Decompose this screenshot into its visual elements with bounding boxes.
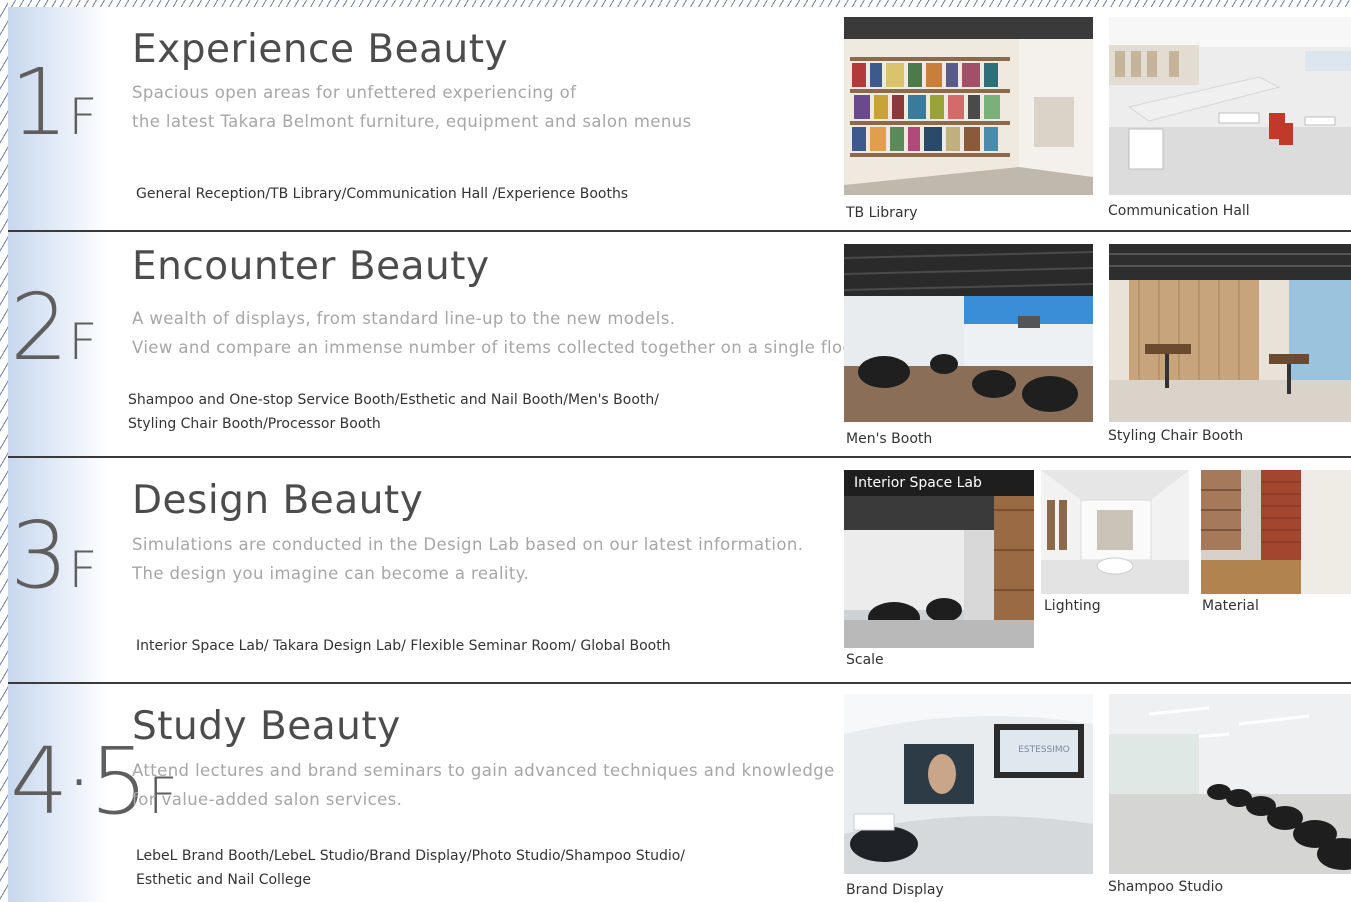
photo-caption: Brand Display (846, 882, 944, 898)
description-line: the latest Takara Belmont furniture, equ… (132, 112, 692, 131)
floor-rooms: Shampoo and One-stop Service Booth/Esthe… (128, 388, 659, 436)
styling-chair-booth-photo (1109, 244, 1351, 422)
floor-suffix: F (68, 88, 98, 146)
floor-2-section: 2F Encounter Beauty A wealth of displays… (8, 232, 1351, 456)
floor-number: 1 (10, 49, 69, 156)
rooms-line: Styling Chair Booth/Processor Booth (128, 416, 381, 432)
floor-description: Simulations are conducted in the Design … (132, 530, 803, 588)
description-line: for value-added salon services. (132, 790, 403, 809)
scale-photo: Interior Space Lab (844, 470, 1034, 648)
rooms-line: Esthetic and Nail College (136, 872, 311, 888)
rooms-line: General Reception/TB Library/Communicati… (136, 186, 629, 202)
photo-caption: Lighting (1044, 598, 1101, 614)
description-line: A wealth of displays, from standard line… (132, 309, 676, 328)
floor-1-section: 1F Experience Beauty Spacious open areas… (8, 7, 1351, 230)
photo-caption: Shampoo Studio (1108, 879, 1224, 895)
photo-caption: TB Library (846, 205, 918, 221)
floor-description: A wealth of displays, from standard line… (132, 304, 864, 362)
floor-title: Experience Beauty (132, 27, 509, 72)
floor-number: 4·5 (10, 728, 148, 835)
floor-number: 2 (10, 274, 69, 381)
floor-description: Spacious open areas for unfettered exper… (132, 78, 692, 136)
shampoo-studio-photo (1109, 694, 1351, 874)
floor-4-5-section: 4·5F Study Beauty Attend lectures and br… (8, 684, 1351, 902)
floor-title: Design Beauty (132, 478, 424, 523)
left-hatch-border (0, 0, 8, 902)
floor-3-section: 3F Design Beauty Simulations are conduct… (8, 458, 1351, 682)
rooms-line: LebeL Brand Booth/LebeL Studio/Brand Dis… (136, 848, 686, 864)
communication-hall-photo (1109, 17, 1351, 195)
photo-caption: Men's Booth (846, 431, 933, 447)
photo-caption: Scale (846, 652, 884, 668)
floor-label: 2F (10, 274, 97, 381)
description-line: Simulations are conducted in the Design … (132, 535, 804, 554)
floor-suffix: F (68, 313, 98, 371)
floor-label: 3F (10, 502, 97, 609)
floor-title: Study Beauty (132, 704, 401, 749)
photo-caption: Communication Hall (1108, 203, 1250, 219)
rooms-line: Shampoo and One-stop Service Booth/Esthe… (128, 392, 659, 408)
floor-title: Encounter Beauty (132, 244, 490, 289)
description-line: View and compare an immense number of it… (132, 338, 865, 357)
description-line: Spacious open areas for unfettered exper… (132, 83, 577, 102)
description-line: The design you imagine can become a real… (132, 564, 530, 583)
material-photo (1201, 470, 1351, 594)
photo-tag: Interior Space Lab (844, 470, 1034, 496)
lighting-photo (1041, 470, 1189, 594)
photo-caption: Styling Chair Booth (1108, 428, 1244, 444)
top-hatch-border (0, 0, 1351, 7)
floor-label: 1F (10, 49, 97, 156)
rooms-line: Interior Space Lab/ Takara Design Lab/ F… (136, 638, 671, 654)
floor-number: 3 (10, 502, 69, 609)
floor-rooms: General Reception/TB Library/Communicati… (136, 182, 628, 206)
description-line: Attend lectures and brand seminars to ga… (132, 761, 835, 780)
floor-rooms: Interior Space Lab/ Takara Design Lab/ F… (136, 634, 671, 658)
floor-suffix: F (68, 541, 98, 599)
photo-caption: Material (1202, 598, 1259, 614)
mens-booth-photo (844, 244, 1093, 422)
floor-rooms: LebeL Brand Booth/LebeL Studio/Brand Dis… (136, 844, 685, 892)
screen-sign-text: ESTESSIMO (1018, 745, 1070, 755)
tb-library-photo (844, 17, 1093, 195)
brand-display-photo: ESTESSIMO (844, 694, 1093, 874)
floor-description: Attend lectures and brand seminars to ga… (132, 756, 835, 814)
